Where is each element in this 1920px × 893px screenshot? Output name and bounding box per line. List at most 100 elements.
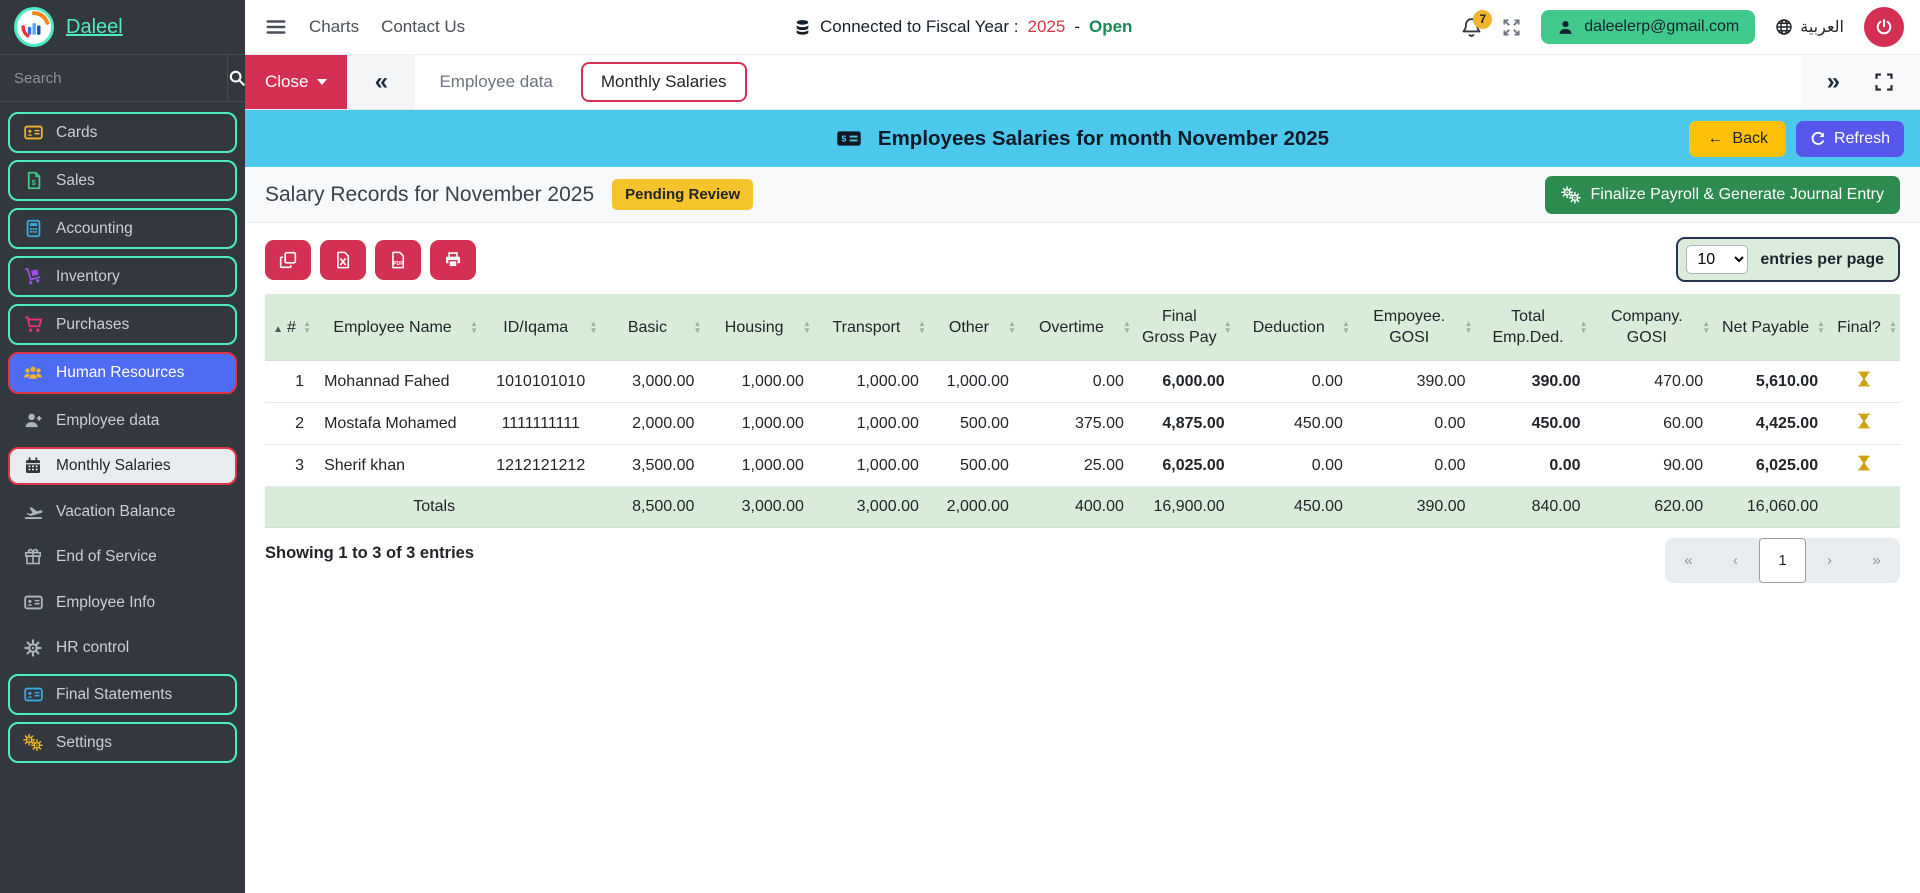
cell-net-payable: 4,425.00 <box>1713 402 1829 446</box>
pagination-page-1[interactable]: 1 <box>1759 538 1806 584</box>
sidebar-item-label: Employee data <box>56 411 160 429</box>
sidebar-item-monthly-salaries[interactable]: Monthly Salaries <box>8 447 237 485</box>
gears-icon <box>23 733 43 752</box>
id-card-icon <box>23 123 43 142</box>
id-card-icon <box>23 593 43 612</box>
pagination-first[interactable]: « <box>1665 538 1712 583</box>
cell-num: 2 <box>265 402 315 446</box>
refresh-button[interactable]: Refresh <box>1795 120 1904 157</box>
column-header-employee-name[interactable]: Employee Name <box>314 294 482 362</box>
cell-employee-gosi: 0.00 <box>1352 444 1476 488</box>
status-badge: Pending Review <box>612 179 754 210</box>
tab-monthly-salaries[interactable]: Monthly Salaries <box>580 62 747 102</box>
column-header-num[interactable]: ▲ # <box>265 294 315 362</box>
sidebar-item-accounting[interactable]: Accounting <box>8 208 237 249</box>
cell-num: 1 <box>265 360 315 404</box>
page-size-select[interactable]: 10 <box>1686 245 1749 274</box>
page-size-label: entries per page <box>1760 250 1884 268</box>
sidebar-item-inventory[interactable]: Inventory <box>8 256 237 297</box>
totals-overtime: 400.00 <box>1018 486 1134 529</box>
notifications-button[interactable]: 7 <box>1461 9 1493 38</box>
user-icon <box>1557 19 1574 36</box>
column-header-net-payable[interactable]: Net Payable <box>1713 294 1829 362</box>
column-header-overtime[interactable]: Overtime <box>1018 294 1134 362</box>
globe-icon <box>1775 18 1793 36</box>
nav-link-contact-us[interactable]: Contact Us <box>381 17 465 37</box>
sidebar-item-label: Sales <box>56 171 95 189</box>
page-title-group: Employees Salaries for month November 20… <box>836 127 1329 151</box>
sidebar-item-vacation-balance[interactable]: Vacation Balance <box>8 492 237 531</box>
column-header-id-iqama[interactable]: ID/Iqama <box>481 294 601 362</box>
sidebar-item-employee-info[interactable]: Employee Info <box>8 583 237 622</box>
sidebar-item-human-resources[interactable]: Human Resources <box>8 352 237 394</box>
cell-company-gosi: 470.00 <box>1590 360 1714 404</box>
totals-deduction: 450.00 <box>1234 486 1353 529</box>
totals-basic: 8,500.00 <box>600 486 705 529</box>
page-header: Employees Salaries for month November 20… <box>245 110 1920 167</box>
finalize-payroll-button[interactable]: Finalize Payroll & Generate Journal Entr… <box>1544 175 1900 214</box>
hourglass-icon <box>1856 371 1872 387</box>
export-pdf-button[interactable] <box>375 239 421 280</box>
column-header-final-gross-pay[interactable]: Final Gross Pay <box>1133 294 1235 362</box>
brand-area: Daleel <box>0 0 245 54</box>
print-button[interactable] <box>430 239 476 280</box>
page-header-actions: ← Back Refresh <box>1689 120 1904 157</box>
sidebar-item-final-statements[interactable]: Final Statements <box>8 674 237 715</box>
sidebar-item-cards[interactable]: Cards <box>8 112 237 153</box>
chevrons-left-icon[interactable]: « <box>347 55 416 109</box>
cell-company-gosi: 60.00 <box>1590 402 1714 446</box>
sidebar-item-end-of-service[interactable]: End of Service <box>8 538 237 576</box>
dolly-icon <box>23 267 43 286</box>
logout-button[interactable] <box>1864 7 1904 47</box>
pagination-next[interactable]: › <box>1806 538 1853 583</box>
back-button[interactable]: ← Back <box>1689 120 1786 157</box>
column-header-employee-gosi[interactable]: Empoyee. GOSI <box>1352 294 1476 362</box>
cell-num: 3 <box>265 444 315 488</box>
sidebar-item-settings[interactable]: Settings <box>8 722 237 763</box>
print-icon <box>444 251 462 269</box>
table-row: 2 Mostafa Mohamed 1111111111 2,000.00 1,… <box>265 402 1900 446</box>
table-footer: Showing 1 to 3 of 3 entries « ‹ 1 › » <box>265 538 1900 584</box>
search-button[interactable] <box>227 55 246 101</box>
export-excel-button[interactable] <box>320 239 366 280</box>
sidebar-item-sales[interactable]: Sales <box>8 160 237 201</box>
expand-arrows-icon[interactable] <box>1502 18 1521 37</box>
column-header-transport[interactable]: Transport <box>813 294 929 362</box>
column-header-other[interactable]: Other <box>928 294 1019 362</box>
cell-final-gross-pay: 6,000.00 <box>1133 360 1235 404</box>
pagination-prev[interactable]: ‹ <box>1712 538 1759 583</box>
language-switcher[interactable]: العربية <box>1775 17 1844 37</box>
copy-button[interactable] <box>265 239 311 280</box>
nav-link-charts[interactable]: Charts <box>309 17 359 37</box>
tab-employee-data[interactable]: Employee data <box>415 55 576 109</box>
user-account-button[interactable]: daleelerp@gmail.com <box>1541 10 1756 44</box>
export-buttons <box>265 239 476 280</box>
close-tabs-button[interactable]: Close <box>245 55 348 109</box>
sort-icon <box>303 320 311 334</box>
pagination-last[interactable]: » <box>1853 538 1900 583</box>
cell-final-status <box>1828 360 1900 404</box>
column-header-deduction[interactable]: Deduction <box>1234 294 1353 362</box>
chevrons-right-icon[interactable]: » <box>1827 68 1840 96</box>
column-header-housing[interactable]: Housing <box>704 294 814 362</box>
sidebar-item-employee-data[interactable]: Employee data <box>8 401 237 440</box>
sidebar-item-purchases[interactable]: Purchases <box>8 304 237 345</box>
pagination: « ‹ 1 › » <box>1665 538 1900 584</box>
menu-icon[interactable] <box>265 16 287 38</box>
sidebar-item-label: Purchases <box>56 315 130 333</box>
cell-id-iqama: 1212121212 <box>481 444 601 488</box>
page-size-control: 10 entries per page <box>1676 237 1900 282</box>
fullscreen-icon[interactable] <box>1874 72 1894 92</box>
sidebar-item-hr-control[interactable]: HR control <box>8 629 237 667</box>
cart-icon <box>23 315 43 334</box>
search-input[interactable] <box>0 55 227 101</box>
column-header-total-emp-ded[interactable]: Total Emp.Ded. <box>1475 294 1591 362</box>
column-header-company-gosi[interactable]: Company. GOSI <box>1590 294 1714 362</box>
brand-logo-icon <box>14 7 54 47</box>
sort-icon <box>1580 320 1588 334</box>
column-header-final[interactable]: Final? <box>1828 294 1900 362</box>
notification-count-badge: 7 <box>1473 9 1493 29</box>
hourglass-icon <box>1856 413 1872 429</box>
column-header-basic[interactable]: Basic <box>600 294 705 362</box>
brand-link[interactable]: Daleel <box>66 16 123 39</box>
